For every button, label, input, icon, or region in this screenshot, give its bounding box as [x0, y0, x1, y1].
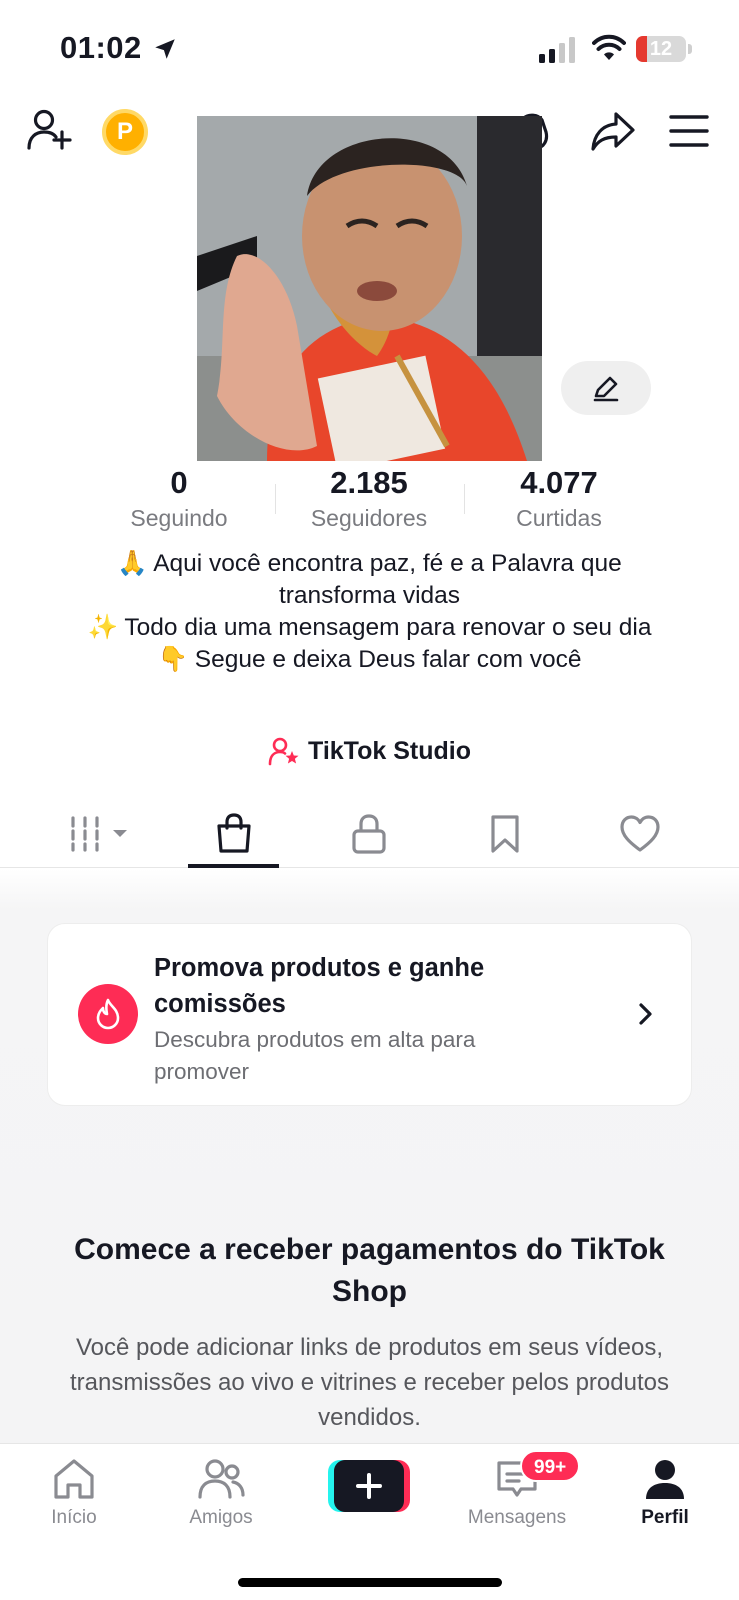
stat-likes-value: 4.077	[520, 465, 598, 500]
stat-following-value: 0	[170, 465, 188, 500]
create-button[interactable]	[328, 1460, 410, 1512]
edit-profile-button[interactable]	[561, 361, 651, 415]
stat-following[interactable]: 0 Seguindo	[79, 464, 279, 534]
battery-tip	[688, 44, 692, 54]
battery-level: 12	[649, 38, 673, 60]
heart-icon	[620, 815, 660, 852]
tiktok-studio-link[interactable]: TikTok Studio	[0, 736, 739, 766]
points-badge-label: P	[116, 118, 133, 145]
points-icon[interactable]: P	[102, 109, 148, 155]
studio-label: TikTok Studio	[308, 736, 471, 765]
profile-avatar[interactable]	[197, 116, 542, 461]
messages-badge: 99+	[520, 1450, 581, 1482]
nav-profile[interactable]: Perfil	[605, 1458, 725, 1529]
promote-products-card[interactable]: Promova produtos e ganhe comissões Descu…	[47, 923, 692, 1106]
stat-followers-value: 2.185	[330, 465, 408, 500]
active-tab-indicator	[188, 864, 279, 868]
nav-home-label: Início	[51, 1507, 97, 1528]
tab-saved[interactable]	[465, 800, 545, 868]
bio-line: 🙏 Aqui você encontra paz, fé e a Palavra…	[117, 550, 622, 609]
nav-profile-label: Perfil	[641, 1507, 689, 1528]
bottom-navigation: Início Amigos Mensagens 99+ Perfil	[0, 1443, 739, 1600]
lock-icon	[352, 814, 386, 854]
nav-friends-label: Amigos	[189, 1507, 253, 1528]
signal-icon	[539, 37, 575, 63]
stat-likes[interactable]: 4.077 Curtidas	[459, 464, 659, 534]
profile-bio: 🙏 Aqui você encontra paz, fé e a Palavra…	[60, 548, 679, 676]
share-icon[interactable]	[590, 110, 636, 152]
profile-tabs	[0, 800, 739, 868]
tab-shop[interactable]	[188, 800, 279, 868]
friends-icon	[198, 1459, 245, 1499]
shop-description: Você pode adicionar links de produtos em…	[70, 1334, 669, 1431]
promo-subtitle: Descubra produtos em alta para promover	[154, 1027, 476, 1084]
tab-videos[interactable]	[60, 800, 140, 868]
studio-icon	[268, 737, 299, 766]
bio-line: 👇 Segue e deixa Deus falar com você	[157, 646, 582, 673]
status-bar: 01:02 12	[0, 0, 739, 100]
add-friend-icon[interactable]	[26, 108, 74, 152]
menu-icon[interactable]	[669, 114, 709, 148]
tab-private[interactable]	[329, 800, 409, 868]
pencil-icon	[593, 376, 619, 402]
home-icon	[54, 1459, 94, 1499]
bio-line: ✨ Todo dia uma mensagem para renovar o s…	[87, 614, 652, 641]
profile-icon	[646, 1460, 684, 1499]
promo-title: Promova produtos e ganhe comissões	[154, 954, 485, 1018]
tab-liked[interactable]	[600, 800, 680, 868]
status-time: 01:02	[60, 30, 142, 65]
flame-icon	[78, 984, 138, 1044]
grid-icon	[71, 816, 127, 852]
bookmark-icon	[491, 815, 519, 853]
nav-home[interactable]: Início	[14, 1458, 134, 1529]
stat-following-label: Seguindo	[130, 505, 228, 531]
wifi-icon	[592, 34, 626, 60]
home-indicator	[238, 1578, 502, 1587]
stat-likes-label: Curtidas	[516, 505, 602, 531]
profile-stats: 0 Seguindo 2.185 Seguidores 4.077 Curtid…	[0, 464, 739, 534]
stat-followers[interactable]: 2.185 Seguidores	[269, 464, 469, 534]
chevron-right-icon	[639, 1003, 652, 1025]
plus-icon	[334, 1460, 404, 1512]
battery-icon: 12	[636, 36, 686, 62]
shopping-bag-icon	[216, 813, 251, 853]
nav-friends[interactable]: Amigos	[161, 1458, 281, 1529]
shop-heading: Comece a receber pagamentos do TikTok Sh…	[74, 1233, 665, 1308]
location-arrow-icon	[155, 39, 175, 59]
avatar-image	[197, 116, 542, 461]
nav-messages-label: Mensagens	[467, 1507, 567, 1528]
stat-followers-label: Seguidores	[310, 505, 428, 531]
